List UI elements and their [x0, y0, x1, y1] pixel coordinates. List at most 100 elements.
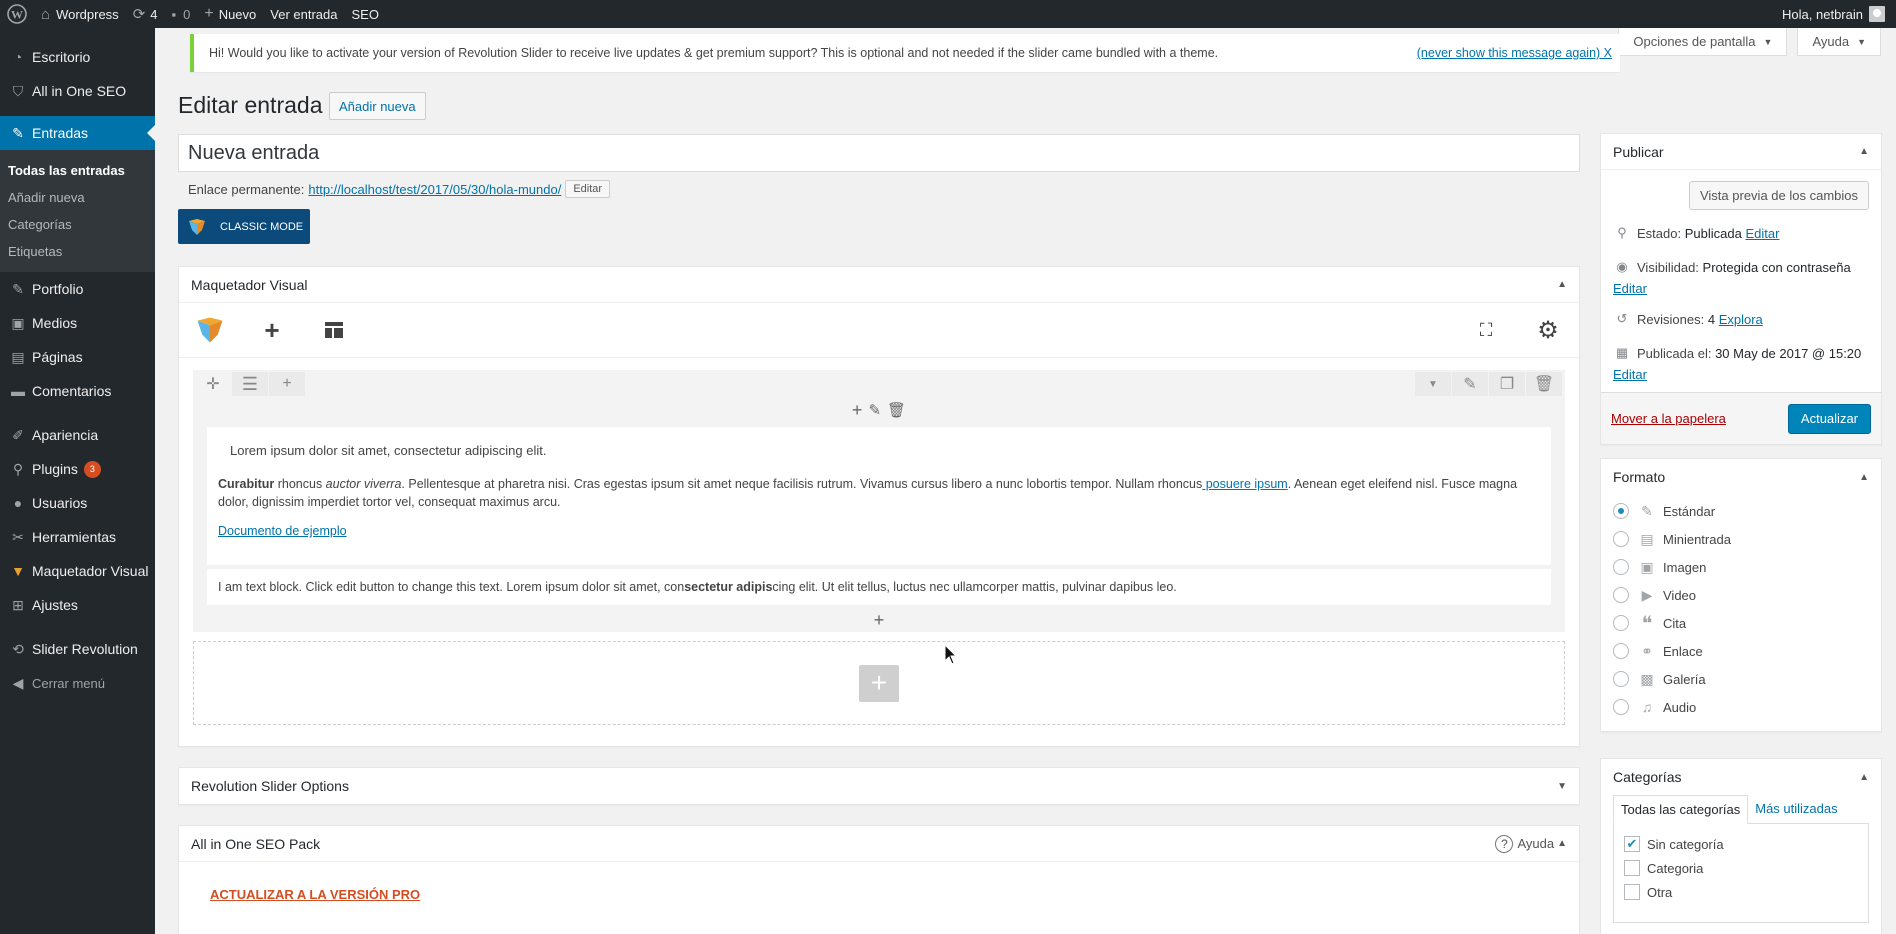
column-add-icon[interactable]: + [852, 400, 863, 421]
row-toggle-icon[interactable]: ▼ [1415, 372, 1451, 396]
format-option-aside[interactable]: ▤ Minientrada [1601, 525, 1881, 553]
visual-composer-header[interactable]: Maquetador Visual ▲ [179, 267, 1579, 303]
comments-link[interactable]: ▪ 0 [165, 0, 198, 28]
format-option-link[interactable]: ⚭ Enlace [1601, 637, 1881, 665]
row-delete-icon[interactable]: 🗑 [1526, 372, 1562, 396]
sidebar-item-comments[interactable]: ▬ Comentarios [0, 374, 155, 408]
help-button[interactable]: Ayuda ▼ [1797, 28, 1881, 56]
sidebar-item-visual-composer[interactable]: ▼ Maquetador Visual [0, 554, 155, 588]
status-edit-link[interactable]: Editar [1745, 226, 1779, 241]
sidebar-item-tools[interactable]: ✂ Herramientas [0, 520, 155, 554]
add-row-plus-icon[interactable]: + [859, 664, 899, 702]
permalink-url[interactable]: http://localhost/test/2017/05/30/hola-mu… [308, 182, 561, 197]
revolution-slider-options-header[interactable]: Revolution Slider Options ▼ [179, 768, 1579, 804]
sidebar-item-pages[interactable]: ▤ Páginas [0, 340, 155, 374]
wordpress-logo-icon[interactable]: W [0, 0, 34, 28]
submenu-add-new[interactable]: Añadir nueva [0, 184, 155, 211]
site-name-link[interactable]: ⌂ Wordpress [34, 0, 126, 28]
format-option-quote[interactable]: ❝ Cita [1601, 609, 1881, 637]
add-element-button[interactable]: + [241, 303, 303, 358]
notice-dismiss-link[interactable]: (never show this message again) X [1417, 46, 1612, 60]
format-option-gallery[interactable]: ▩ Galería [1601, 665, 1881, 693]
updates-link[interactable]: ⟳ 4 [126, 0, 165, 28]
checkbox[interactable] [1624, 884, 1640, 900]
text-block-1[interactable]: Lorem ipsum dolor sit amet, consectetur … [207, 427, 1551, 565]
text-block-2[interactable]: I am text block. Click edit button to ch… [207, 569, 1551, 605]
submenu-categories[interactable]: Categorías [0, 211, 155, 238]
row-layout-icon[interactable]: ☰ [232, 372, 268, 396]
format-option-image[interactable]: ▣ Imagen [1601, 553, 1881, 581]
seo-link[interactable]: SEO [344, 0, 385, 28]
row-edit-icon[interactable]: ✎ [1452, 372, 1488, 396]
row-clone-icon[interactable]: ❐ [1489, 372, 1525, 396]
page-settings-button[interactable]: ⚙ [1517, 303, 1579, 358]
upgrade-pro-link[interactable]: ACTUALIZAR A LA VERSIÓN PRO [210, 887, 420, 902]
sidebar-item-portfolio[interactable]: ✎ Portfolio [0, 272, 155, 306]
category-item[interactable]: ✔ Sin categoría [1624, 832, 1858, 856]
collapse-menu-button[interactable]: ◀ Cerrar menú [0, 666, 155, 700]
add-new-button[interactable]: Añadir nueva [329, 92, 426, 120]
categories-header[interactable]: Categorías ▲ [1601, 759, 1881, 795]
format-header[interactable]: Formato ▲ [1601, 459, 1881, 495]
radio[interactable] [1613, 643, 1629, 659]
add-column-icon[interactable]: + [269, 372, 305, 396]
column-delete-icon[interactable]: 🗑 [887, 401, 906, 419]
radio[interactable] [1613, 699, 1629, 715]
sidebar-item-dashboard[interactable]: ◔ Escritorio [0, 40, 155, 74]
sidebar-item-appearance[interactable]: ✐ Apariencia [0, 418, 155, 452]
document-link[interactable]: Documento de ejemplo [218, 524, 347, 538]
checkbox-checked[interactable]: ✔ [1624, 836, 1640, 852]
aioseo-header[interactable]: All in One SEO Pack ? Ayuda ▲ [179, 826, 1579, 862]
add-row-area[interactable]: + [193, 641, 1565, 725]
collapse-toggle-icon[interactable]: ▲ [1859, 772, 1869, 783]
templates-button[interactable] [303, 303, 365, 358]
fullscreen-button[interactable]: ⛶ [1455, 303, 1517, 358]
submenu-tags[interactable]: Etiquetas [0, 238, 155, 265]
permalink-edit-button[interactable]: Editar [565, 180, 611, 198]
sidebar-item-media[interactable]: ▣ Medios [0, 306, 155, 340]
visibility-edit-link[interactable]: Editar [1613, 281, 1647, 296]
preview-changes-button[interactable]: Vista previa de los cambios [1688, 181, 1869, 210]
sidebar-item-users[interactable]: ● Usuarios [0, 486, 155, 520]
collapse-toggle-icon[interactable]: ▲ [1859, 472, 1869, 483]
checkbox[interactable] [1624, 860, 1640, 876]
submenu-all-posts[interactable]: Todas las entradas [0, 157, 155, 184]
radio-selected[interactable] [1613, 503, 1629, 519]
sidebar-item-slider-revolution[interactable]: ⟲ Slider Revolution [0, 632, 155, 666]
tab-most-used[interactable]: Más utilizadas [1748, 795, 1844, 824]
column-edit-icon[interactable]: ✎ [868, 401, 881, 419]
row-drag-handle-icon[interactable]: ✛ [195, 372, 231, 396]
radio[interactable] [1613, 615, 1629, 631]
screen-options-button[interactable]: Opciones de pantalla ▼ [1618, 28, 1788, 56]
format-option-standard[interactable]: ✎ Estándar [1601, 497, 1881, 525]
inline-link[interactable]: posuere ipsum [1202, 477, 1288, 491]
collapse-toggle-icon[interactable]: ▲ [1557, 279, 1567, 290]
category-item[interactable]: Categoria [1624, 856, 1858, 880]
publish-header[interactable]: Publicar ▲ [1601, 134, 1881, 170]
aioseo-help-link[interactable]: ? Ayuda ▲ [1495, 834, 1567, 853]
format-option-video[interactable]: ▶ Video [1601, 581, 1881, 609]
category-item[interactable]: Otra [1624, 880, 1858, 904]
expand-toggle-icon[interactable]: ▼ [1557, 781, 1567, 792]
radio[interactable] [1613, 671, 1629, 687]
user-account-link[interactable]: Hola, netbrain [1775, 0, 1892, 28]
post-title-input[interactable]: Nueva entrada [178, 134, 1580, 172]
update-button[interactable]: Actualizar [1787, 403, 1871, 434]
format-option-audio[interactable]: ♫ Audio [1601, 693, 1881, 721]
view-post-link[interactable]: Ver entrada [263, 0, 344, 28]
collapse-toggle-icon[interactable]: ▲ [1859, 146, 1869, 157]
classic-mode-button[interactable]: CLASSIC MODE [178, 209, 310, 244]
sidebar-item-seo[interactable]: ⛉ All in One SEO [0, 74, 155, 108]
tab-all-categories[interactable]: Todas las categorías [1613, 795, 1749, 824]
revisions-browse-link[interactable]: Explora [1719, 312, 1763, 327]
radio[interactable] [1613, 559, 1629, 575]
sidebar-item-settings[interactable]: ⊞ Ajustes [0, 588, 155, 622]
radio[interactable] [1613, 587, 1629, 603]
radio[interactable] [1613, 531, 1629, 547]
new-content-link[interactable]: + Nuevo [197, 0, 263, 28]
published-edit-link[interactable]: Editar [1613, 367, 1647, 382]
sidebar-item-plugins[interactable]: ⚲ Plugins 3 [0, 452, 155, 486]
vc-logo-button[interactable] [179, 303, 241, 358]
move-to-trash-link[interactable]: Mover a la papelera [1611, 411, 1726, 426]
sidebar-item-posts[interactable]: ✎ Entradas [0, 116, 155, 150]
